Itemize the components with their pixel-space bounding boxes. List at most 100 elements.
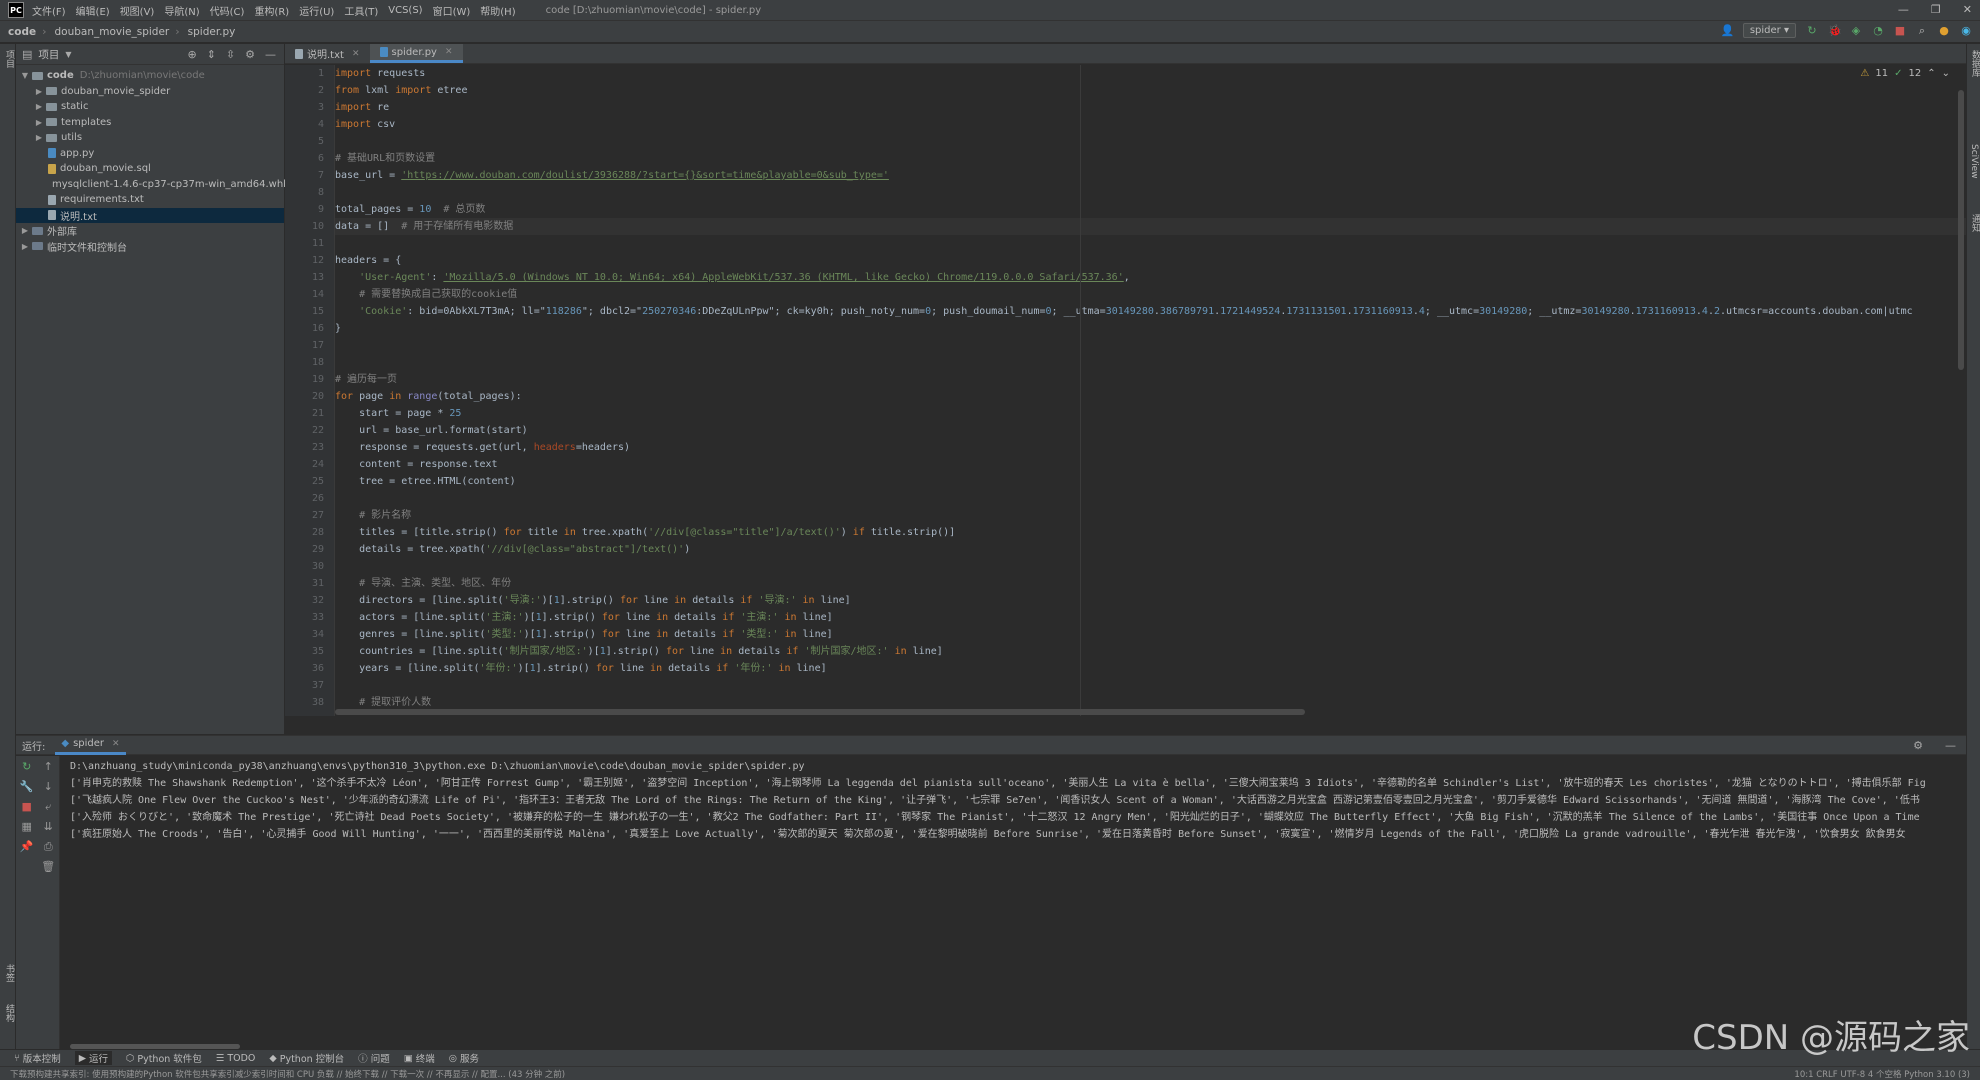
- run-console[interactable]: D:\anzhuang_study\miniconda_py38\anzhuan…: [60, 756, 1966, 1049]
- locate-icon[interactable]: ⊕: [187, 48, 196, 61]
- tree-item[interactable]: ▶ 临时文件和控制台: [16, 239, 284, 255]
- menu-tools[interactable]: 工具(T): [344, 3, 378, 18]
- menu-vcs[interactable]: VCS(S): [388, 5, 422, 16]
- tree-item[interactable]: douban_movie.sql: [16, 161, 284, 177]
- scroll-up-icon[interactable]: ↑: [38, 760, 60, 780]
- menu-refactor[interactable]: 重构(R): [254, 3, 289, 18]
- tool-run[interactable]: ▶ 运行: [74, 1051, 113, 1065]
- tree-item[interactable]: app.py: [16, 146, 284, 162]
- profile-icon[interactable]: ◔: [1872, 24, 1884, 37]
- line-number-gutter[interactable]: 1 2 3 4 5 6 7 8 9 10 11 12 13 14 15 16 17 18 19 20 21 22 23 24 2…: [285, 65, 335, 716]
- root-name: code: [47, 70, 74, 82]
- menu-code[interactable]: 代码(C): [210, 3, 245, 18]
- rerun-icon[interactable]: ↻: [1806, 24, 1818, 37]
- tab-readme[interactable]: 说明.txt ✕: [285, 44, 370, 63]
- close-icon[interactable]: ✕: [112, 739, 120, 749]
- menu-edit[interactable]: 编辑(E): [76, 3, 110, 18]
- chevron-down-icon[interactable]: ▼: [65, 50, 71, 59]
- breadcrumb-code[interactable]: code: [8, 26, 36, 38]
- notifications-tool-button[interactable]: 通知: [1969, 214, 1980, 232]
- inspection-widget[interactable]: ⚠ 11 ✓ 12 ⌃ ⌄: [1860, 68, 1950, 79]
- search-icon[interactable]: ⌕: [1916, 24, 1928, 37]
- tree-item-label: douban_movie.sql: [60, 163, 151, 175]
- chevron-right-icon[interactable]: ▶: [34, 102, 44, 111]
- list-icon: ☰: [215, 1052, 225, 1064]
- line-number: 16: [311, 323, 324, 334]
- wrench-icon[interactable]: 🔧: [16, 780, 38, 800]
- soft-wrap-icon[interactable]: ⤶: [38, 800, 60, 820]
- menu-help[interactable]: 帮助(H): [480, 3, 515, 18]
- tool-todo[interactable]: ☰ TODO: [216, 1053, 256, 1064]
- collapse-all-icon[interactable]: ⇳: [226, 48, 235, 61]
- stop-icon[interactable]: ■: [1894, 24, 1906, 37]
- menu-file[interactable]: 文件(F): [32, 3, 66, 18]
- tree-item[interactable]: ▶ templates: [16, 115, 284, 131]
- stop-icon[interactable]: ■: [16, 800, 38, 820]
- debug-icon[interactable]: 🐞: [1828, 24, 1842, 37]
- tree-item[interactable]: 说明.txt: [16, 207, 284, 223]
- layout-icon[interactable]: ▦: [16, 820, 38, 840]
- structure-tool-button[interactable]: 结构: [3, 1004, 16, 1022]
- run-config-select[interactable]: spider ▾: [1742, 23, 1796, 38]
- close-window-icon[interactable]: ✕: [1963, 3, 1972, 16]
- tab-spider[interactable]: spider.py ✕: [369, 44, 463, 63]
- chevron-down-icon[interactable]: ⌄: [1942, 68, 1950, 79]
- trash-icon[interactable]: 🗑: [38, 860, 60, 880]
- ide-logo-icon[interactable]: ◉: [1960, 24, 1972, 37]
- project-panel-title[interactable]: 项目: [38, 47, 59, 62]
- breadcrumb-folder[interactable]: douban_movie_spider: [54, 26, 169, 38]
- hide-panel-icon[interactable]: —: [1945, 739, 1956, 752]
- user-icon[interactable]: 👤: [1721, 24, 1735, 37]
- chevron-right-icon[interactable]: ▶: [34, 118, 44, 127]
- update-icon[interactable]: ●: [1938, 24, 1950, 37]
- gear-icon[interactable]: ⚙: [1913, 739, 1923, 752]
- menu-run[interactable]: 运行(U): [299, 3, 334, 18]
- gear-icon[interactable]: ⚙: [245, 48, 255, 61]
- close-icon[interactable]: ✕: [352, 49, 360, 59]
- editor-horizontal-scrollbar[interactable]: [335, 709, 1305, 715]
- tree-item[interactable]: ▶ static: [16, 99, 284, 115]
- pin-icon[interactable]: 📌: [16, 840, 38, 860]
- editor-vertical-scrollbar[interactable]: [1958, 90, 1964, 370]
- tree-item[interactable]: ▶ utils: [16, 130, 284, 146]
- chevron-right-icon[interactable]: ▶: [34, 87, 44, 96]
- coverage-icon[interactable]: ◈: [1850, 24, 1862, 37]
- chevron-right-icon[interactable]: ▶: [20, 242, 30, 251]
- close-icon[interactable]: ✕: [445, 47, 453, 57]
- tree-root[interactable]: ▼ code D:\zhuomian\movie\code: [16, 68, 284, 84]
- rerun-icon[interactable]: ↻: [16, 760, 38, 780]
- run-tab-spider[interactable]: ◆ spider ✕: [55, 736, 126, 755]
- chevron-right-icon[interactable]: ▶: [34, 133, 44, 142]
- status-right-info[interactable]: 10:1 CRLF UTF-8 4 个空格 Python 3.10 (3): [1794, 1068, 1970, 1080]
- menu-window[interactable]: 窗口(W): [433, 3, 471, 18]
- status-message[interactable]: 下载预构建共享索引: 使用预构建的Python 软件包共享索引减少索引时间和 C…: [10, 1068, 565, 1080]
- menu-navigate[interactable]: 导航(N): [164, 3, 199, 18]
- bookmarks-tool-button[interactable]: 书签: [3, 964, 16, 982]
- tool-python-console[interactable]: ◆ Python 控制台: [269, 1051, 344, 1066]
- chevron-up-icon[interactable]: ⌃: [1927, 68, 1935, 79]
- restore-icon[interactable]: ❐: [1931, 3, 1941, 16]
- chevron-down-icon[interactable]: ▼: [20, 71, 30, 80]
- tree-item[interactable]: ▶ douban_movie_spider: [16, 84, 284, 100]
- menu-view[interactable]: 视图(V): [120, 3, 155, 18]
- print-icon[interactable]: ⎙: [38, 840, 60, 860]
- database-tool-button[interactable]: 数据库: [1969, 50, 1980, 77]
- hide-panel-icon[interactable]: —: [265, 48, 276, 61]
- expand-all-icon[interactable]: ⇕: [207, 48, 216, 61]
- tree-item[interactable]: requirements.txt: [16, 192, 284, 208]
- tool-terminal[interactable]: ▣ 终端: [404, 1051, 435, 1066]
- tool-services[interactable]: ◎ 服务: [449, 1051, 479, 1066]
- tool-problems[interactable]: ⓘ 问题: [358, 1051, 390, 1065]
- chevron-right-icon[interactable]: ▶: [20, 226, 30, 235]
- minimize-icon[interactable]: —: [1898, 3, 1909, 16]
- breadcrumb-file[interactable]: spider.py: [188, 26, 236, 38]
- tool-python-packages[interactable]: ⬡ Python 软件包: [126, 1051, 202, 1066]
- tree-item[interactable]: mysqlclient-1.4.6-cp37-cp37m-win_amd64.w…: [16, 177, 286, 193]
- tool-version-control[interactable]: ⑂ 版本控制: [14, 1051, 61, 1066]
- code-editor[interactable]: import requests from lxml import etree imp…: [335, 65, 1966, 716]
- sciview-tool-button[interactable]: SciView: [1969, 144, 1979, 179]
- tree-item[interactable]: ▶ 外部库: [16, 223, 284, 239]
- scroll-to-end-icon[interactable]: ⇊: [38, 820, 60, 840]
- scroll-down-icon[interactable]: ↓: [38, 780, 60, 800]
- project-tool-button[interactable]: 项目: [3, 50, 16, 68]
